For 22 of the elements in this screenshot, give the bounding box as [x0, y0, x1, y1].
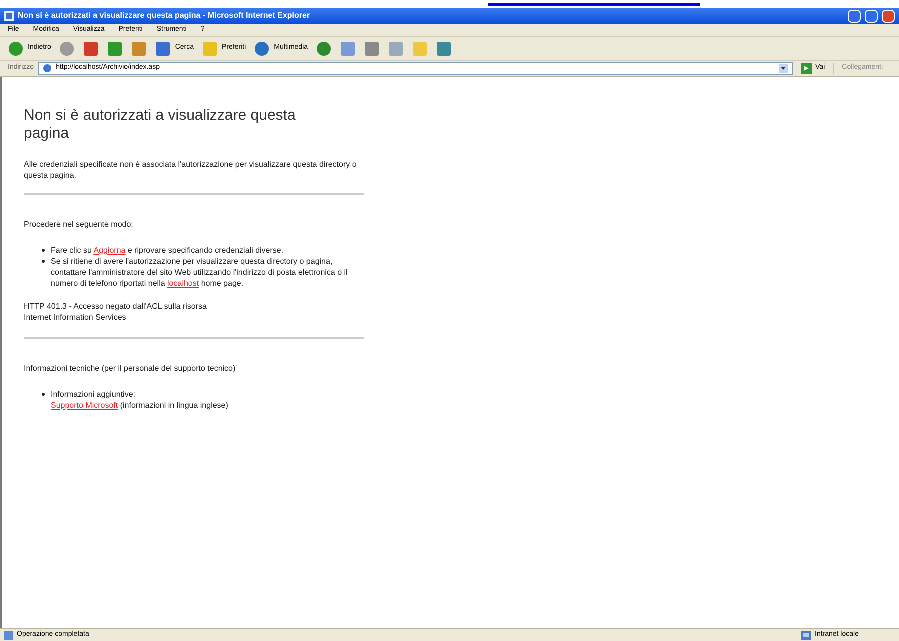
list-item-text: Se si ritiene di avere l'autorizzazione per visualizzare questa directory o pagina, contattare l'amministratore del sito Web utilizzando l'indirizzo di posta elettronica o il numero di telefono riportati nella localhost home page.	[51, 256, 349, 289]
text-link[interactable]: Supporto Microsoft	[51, 401, 118, 410]
tech-heading: Informazioni tecniche (per il personale del supporto tecnico)	[24, 363, 237, 375]
error-line: Internet Information Services	[24, 312, 128, 323]
bullet-icon	[42, 393, 45, 396]
window-title: Non si è autorizzati a visualizzare questa pagina - Microsoft Internet Explorer	[18, 10, 310, 22]
close-button[interactable]	[882, 10, 895, 22]
steps-heading: Procedere nel seguente modo:	[24, 219, 134, 231]
intro-paragraph: Alle credenziali specificate non è associata l'autorizzazione per visualizzare questa directory o questa pagina.	[24, 159, 358, 181]
minimize-button[interactable]	[848, 10, 861, 22]
text-link[interactable]: localhost	[168, 279, 200, 288]
bullet-icon	[42, 249, 45, 252]
go-arrow-icon	[800, 63, 812, 74]
list-item-text: Fare clic su Aggiorna e riprovare specificando credenziali diverse.	[51, 245, 284, 256]
bullet-icon	[42, 260, 45, 263]
list-item-text: Informazioni aggiuntive:	[51, 389, 136, 400]
maximize-button[interactable]	[865, 10, 878, 22]
text-link[interactable]: Aggiorna	[94, 246, 126, 255]
error-line: HTTP 401.3 - Accesso negato dall'ACL sulla risorsa	[24, 301, 208, 312]
page-heading: Non si è autorizzati a visualizzare questa pagina	[24, 107, 297, 143]
dropdown-icon[interactable]	[778, 64, 788, 73]
list-item-text: Supporto Microsoft (informazioni in lingua inglese)	[51, 400, 228, 411]
